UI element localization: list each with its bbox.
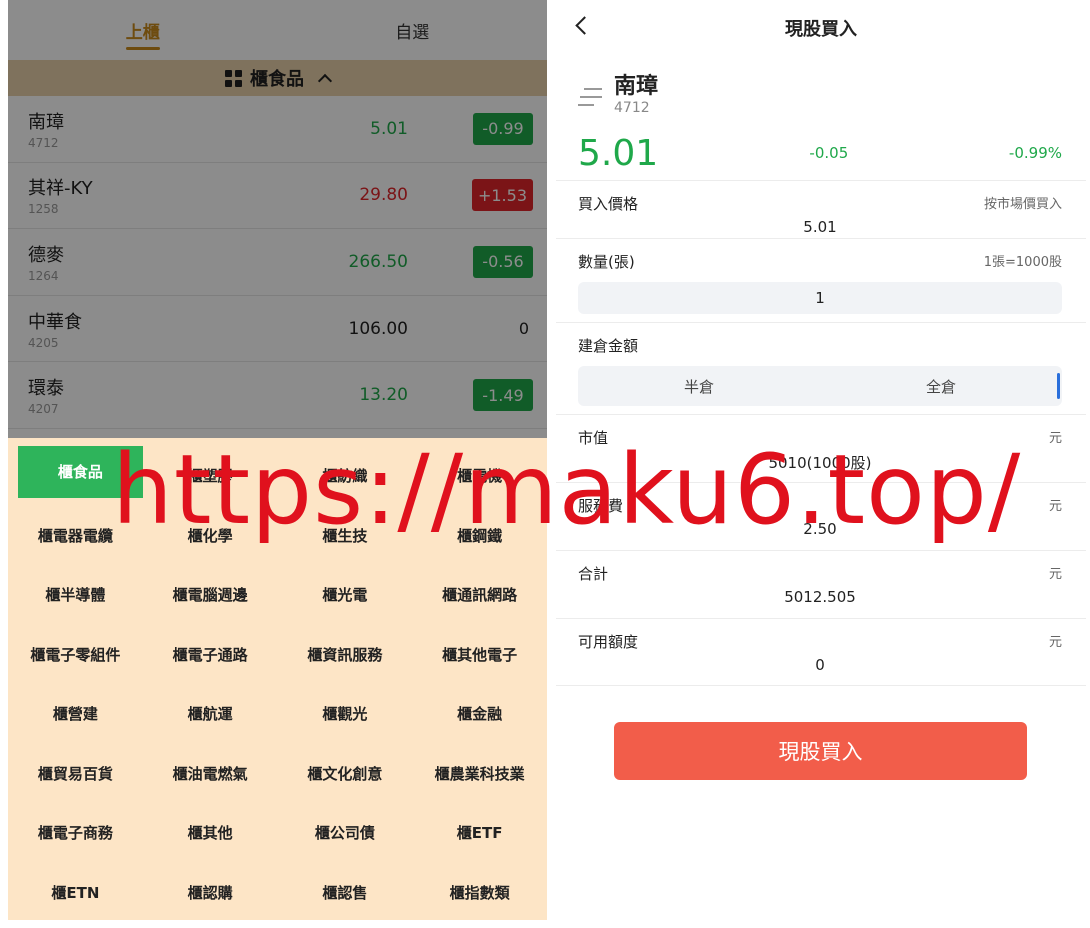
sector-item[interactable]: 櫃認購	[143, 863, 278, 921]
stock-code: 4207	[28, 402, 59, 417]
change-badge: -0.99	[473, 112, 533, 145]
category-selector[interactable]: 櫃食品	[8, 60, 547, 96]
stock-row[interactable]: 南璋 4712 5.01 -0.99	[8, 96, 547, 163]
sector-item[interactable]: 櫃航運	[143, 684, 278, 744]
half-position-button[interactable]: 半倉	[578, 376, 820, 397]
market-price-option[interactable]: 按市場價買入	[984, 193, 1062, 212]
available-row: 可用額度 元 0	[556, 618, 1086, 686]
available-value: 0	[815, 656, 825, 674]
sector-item[interactable]: 櫃資訊服務	[278, 625, 413, 685]
price-row: 5.01 -0.05 -0.99%	[556, 116, 1086, 176]
total-value: 5012.505	[784, 588, 856, 606]
stock-name: 德麥	[28, 244, 64, 266]
stock-row[interactable]: 環泰 4207 13.20 -1.49	[8, 362, 547, 429]
change-badge: +1.53	[471, 179, 533, 212]
sector-item[interactable]: 櫃ETN	[8, 863, 143, 921]
stock-code: 1258	[28, 202, 59, 217]
grid-icon	[225, 69, 242, 87]
stock-price: 13.20	[359, 385, 408, 406]
sector-item[interactable]: 櫃農業科技業	[412, 744, 547, 804]
sector-item[interactable]: 櫃電子商務	[8, 803, 143, 863]
sector-item[interactable]: 櫃通訊網路	[412, 565, 547, 625]
tab-underline	[125, 47, 160, 50]
unit-label: 元	[1048, 431, 1062, 446]
stock-row[interactable]: 中華食 4205 106.00 0	[8, 296, 547, 363]
sector-item[interactable]: 櫃油電燃氣	[143, 744, 278, 804]
stock-code: 4712	[28, 135, 59, 150]
tab-watchlist-label: 自選	[395, 22, 430, 43]
sector-item[interactable]: 櫃半導體	[8, 565, 143, 625]
sector-item[interactable]: 櫃ETF	[412, 803, 547, 863]
watermark: https://maku6.top/	[112, 434, 1022, 546]
position-selector: 半倉 全倉	[578, 366, 1062, 406]
stock-name: 其祥-KY	[28, 178, 93, 200]
sector-item[interactable]: 櫃認售	[278, 863, 413, 921]
stock-price: 106.00	[348, 318, 408, 339]
stock-name: 中華食	[28, 311, 82, 333]
change-badge: -0.56	[473, 245, 533, 278]
screen: 上櫃 自選 櫃食品 南璋 4712 5.01 -0.99 其祥-KY 1258 29…	[0, 0, 1090, 928]
stock-name: 環泰	[28, 378, 64, 400]
tab-otc-label: 上櫃	[125, 22, 160, 43]
sector-item[interactable]: 櫃指數類	[412, 863, 547, 921]
change-value: 0	[518, 319, 529, 339]
unit-label: 元	[1048, 499, 1062, 514]
sector-item[interactable]: 櫃電腦週邊	[143, 565, 278, 625]
sector-item[interactable]: 櫃貿易百貨	[8, 744, 143, 804]
total-row: 合計 元 5012.505	[556, 550, 1086, 618]
stock-price: 266.50	[348, 251, 408, 272]
menu-icon[interactable]	[578, 88, 602, 112]
quantity-hint: 1張=1000股	[983, 255, 1062, 270]
quantity-field: 數量(張) 1張=1000股 1	[556, 238, 1086, 322]
current-price: 5.01	[578, 132, 659, 174]
sector-item[interactable]: 櫃電子通路	[143, 625, 278, 685]
position-field: 建倉金額 半倉 全倉	[556, 322, 1086, 414]
stock-price: 5.01	[370, 118, 408, 139]
header: 現股買入	[556, 0, 1086, 56]
sector-item[interactable]: 櫃光電	[278, 565, 413, 625]
buy-price-field: 買入價格 按市場價買入 5.01	[556, 180, 1086, 238]
sector-item[interactable]: 櫃其他電子	[412, 625, 547, 685]
cursor-marker	[1057, 373, 1060, 399]
stock-name: 南璋	[28, 111, 64, 133]
unit-label: 元	[1048, 635, 1062, 650]
back-icon[interactable]	[575, 16, 594, 35]
price-change-percent: -0.99%	[1008, 144, 1062, 162]
stock-info: 南璋 4712	[556, 56, 1086, 116]
stock-code: 4205	[28, 335, 59, 350]
stock-row[interactable]: 其祥-KY 1258 29.80 +1.53	[8, 163, 547, 230]
market-tabs: 上櫃 自選	[8, 0, 547, 60]
stock-name: 南璋	[614, 74, 659, 99]
sector-item[interactable]: 櫃金融	[412, 684, 547, 744]
category-label: 櫃食品	[250, 69, 304, 90]
buy-button[interactable]: 現股買入	[614, 722, 1027, 780]
unit-label: 元	[1048, 567, 1062, 582]
sector-item[interactable]: 櫃公司債	[278, 803, 413, 863]
quantity-input[interactable]: 1	[578, 282, 1062, 314]
sector-item[interactable]: 櫃文化創意	[278, 744, 413, 804]
sector-item[interactable]: 櫃營建	[8, 684, 143, 744]
total-label: 合計	[578, 565, 609, 583]
stock-code: 1264	[28, 268, 59, 283]
stock-list: 南璋 4712 5.01 -0.99 其祥-KY 1258 29.80 +1.53 …	[8, 96, 547, 429]
position-label: 建倉金額	[578, 337, 639, 355]
change-badge: -1.49	[473, 379, 533, 412]
full-position-button[interactable]: 全倉	[820, 376, 1062, 397]
sector-item[interactable]: 櫃觀光	[278, 684, 413, 744]
tab-otc[interactable]: 上櫃	[8, 0, 278, 60]
page-title: 現股買入	[785, 19, 857, 40]
tab-watchlist[interactable]: 自選	[278, 0, 548, 60]
sector-item[interactable]: 櫃其他	[143, 803, 278, 863]
stock-price: 29.80	[359, 185, 408, 206]
chevron-up-icon	[317, 73, 333, 89]
sector-item[interactable]: 櫃電子零組件	[8, 625, 143, 685]
available-label: 可用額度	[578, 633, 639, 651]
buy-price-value[interactable]: 5.01	[578, 218, 1062, 236]
stock-row[interactable]: 德麥 1264 266.50 -0.56	[8, 229, 547, 296]
price-change: -0.05	[809, 144, 849, 162]
stock-code: 4712	[614, 100, 650, 116]
